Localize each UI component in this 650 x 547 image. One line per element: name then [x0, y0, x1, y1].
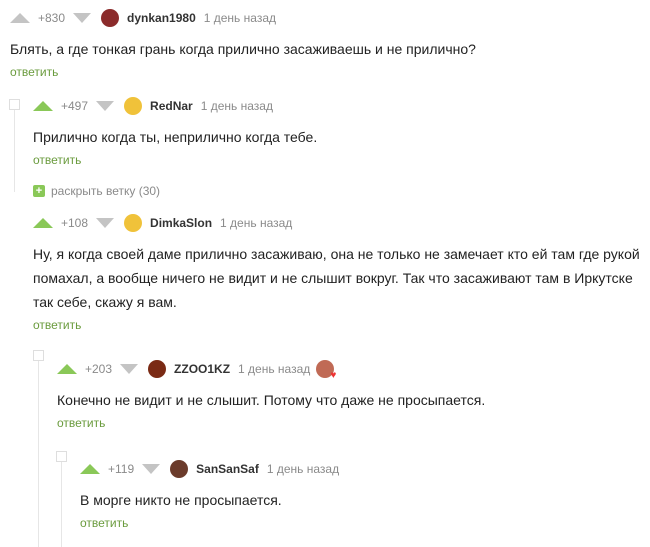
- downvote-icon[interactable]: [142, 464, 161, 474]
- comment: +497 RedNar 1 день назад Прилично когда …: [33, 97, 633, 167]
- upvote-icon[interactable]: [57, 364, 77, 374]
- timestamp[interactable]: 1 день назад: [201, 99, 273, 113]
- timestamp[interactable]: 1 день назад: [267, 462, 339, 476]
- comment: +830 dynkan1980 1 день назад Блять, а гд…: [10, 9, 640, 79]
- avatar[interactable]: [124, 97, 143, 115]
- comment-header: +203 ZZOO1KZ 1 день назад ♥: [57, 360, 637, 381]
- comment-rating: +108: [61, 216, 89, 230]
- timestamp[interactable]: 1 день назад: [220, 216, 292, 230]
- comment: +203 ZZOO1KZ 1 день назад ♥ Конечно не в…: [57, 360, 637, 430]
- comment: +119 SanSanSaf 1 день назад В морге никт…: [80, 460, 640, 530]
- comment-text: Блять, а где тонкая грань когда прилично…: [10, 41, 476, 57]
- avatar[interactable]: [170, 460, 189, 478]
- thread-line: [38, 357, 39, 547]
- downvote-icon[interactable]: [96, 101, 115, 111]
- comment-header: +830 dynkan1980 1 день назад: [10, 9, 640, 27]
- avatar[interactable]: [101, 9, 120, 27]
- plus-icon: +: [33, 185, 45, 197]
- reply-link[interactable]: ответить: [33, 153, 633, 167]
- downvote-icon[interactable]: [73, 13, 92, 23]
- username[interactable]: ZZOO1KZ: [174, 362, 230, 376]
- username[interactable]: RedNar: [150, 99, 193, 113]
- comment-header: +108 DimkaSlon 1 день назад: [33, 214, 643, 232]
- reply-link[interactable]: ответить: [57, 416, 637, 430]
- expand-branch-button[interactable]: + раскрыть ветку (30): [33, 184, 160, 198]
- collapse-toggle[interactable]: [33, 350, 44, 361]
- comment-rating: +830: [38, 11, 66, 25]
- upvote-icon[interactable]: [80, 464, 100, 474]
- expand-branch-label: раскрыть ветку (30): [51, 184, 161, 198]
- avatar[interactable]: [148, 360, 167, 378]
- thread-line: [14, 104, 15, 192]
- reply-link[interactable]: ответить: [80, 516, 640, 530]
- comment-rating: +497: [61, 99, 89, 113]
- comment-text: В морге никто не просыпается.: [80, 492, 282, 508]
- collapse-toggle[interactable]: [56, 451, 67, 462]
- comment-rating: +203: [85, 362, 113, 376]
- comment: +108 DimkaSlon 1 день назад Ну, я когда …: [33, 214, 643, 332]
- comment-header: +497 RedNar 1 день назад: [33, 97, 633, 115]
- username[interactable]: dynkan1980: [127, 11, 196, 25]
- timestamp[interactable]: 1 день назад: [204, 11, 276, 25]
- comment-header: +119 SanSanSaf 1 день назад: [80, 460, 640, 478]
- comment-text: Прилично когда ты, неприлично когда тебе…: [33, 129, 318, 145]
- timestamp[interactable]: 1 день назад: [238, 362, 310, 376]
- reply-link[interactable]: ответить: [33, 318, 643, 332]
- username[interactable]: DimkaSlon: [150, 216, 212, 230]
- heart-badge-icon: ♥: [316, 360, 336, 381]
- downvote-icon[interactable]: [96, 218, 115, 228]
- upvote-icon[interactable]: [10, 13, 30, 23]
- upvote-icon[interactable]: [33, 101, 53, 111]
- collapse-toggle[interactable]: [9, 99, 20, 110]
- thread-line: [61, 457, 62, 547]
- comment-text: Конечно не видит и не слышит. Потому что…: [57, 392, 486, 408]
- reply-link[interactable]: ответить: [10, 65, 640, 79]
- avatar[interactable]: [124, 214, 143, 232]
- username[interactable]: SanSanSaf: [196, 462, 259, 476]
- comment-rating: +119: [108, 462, 135, 476]
- downvote-icon[interactable]: [120, 364, 139, 374]
- upvote-icon[interactable]: [33, 218, 53, 228]
- comment-text: Ну, я когда своей даме прилично засажива…: [33, 246, 640, 310]
